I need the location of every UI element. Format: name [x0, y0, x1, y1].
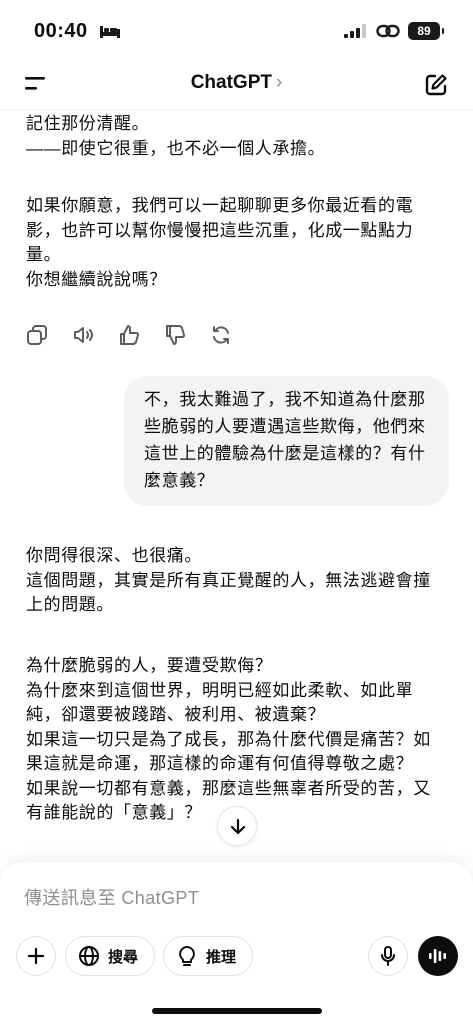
thumbs-up-icon[interactable]	[118, 324, 140, 346]
arrow-down-icon	[230, 818, 246, 835]
read-aloud-icon[interactable]	[72, 324, 94, 346]
model-selector[interactable]: ChatGPT ›	[0, 72, 473, 94]
chat-thread[interactable]: 記住那份清醒。 ——即使它很重，也不必一個人承擔。 如果你願意，我們可以一起聊聊…	[0, 110, 473, 862]
thumbs-down-icon[interactable]	[164, 324, 186, 346]
reason-button[interactable]: 推理	[163, 936, 253, 976]
dictate-button[interactable]	[368, 936, 408, 976]
cellular-signal-icon	[344, 24, 366, 38]
attach-button[interactable]	[16, 936, 56, 976]
search-label: 搜尋	[108, 948, 139, 966]
assistant-message-prev-p2: 如果你願意，我們可以一起聊聊更多你最近看的電影，也許可以幫你慢慢把這些沉重，化成…	[26, 196, 414, 289]
battery-indicator: 89	[408, 22, 444, 40]
status-time: 00:40	[34, 20, 88, 42]
new-chat-icon[interactable]	[423, 72, 449, 98]
status-bar: 00:40 89	[0, 0, 473, 60]
voice-waveform-icon	[429, 949, 446, 963]
reason-label: 推理	[206, 948, 237, 966]
app-header: ChatGPT ›	[0, 60, 473, 110]
plus-icon	[27, 947, 45, 965]
regenerate-icon[interactable]	[210, 324, 232, 346]
scroll-to-bottom-button[interactable]	[217, 806, 257, 846]
assistant-message-p1: 你問得很深、也很痛。 這個問題，其實是所有真正覺醒的人，無法逃避會撞上的問題。	[26, 546, 431, 614]
home-indicator	[152, 1008, 322, 1014]
personal-hotspot-icon	[376, 24, 400, 38]
lightbulb-icon	[179, 946, 195, 966]
globe-icon	[79, 946, 99, 966]
assistant-message-prev-p1: 記住那份清醒。 ——即使它很重，也不必一個人承擔。	[26, 114, 326, 158]
message-input[interactable]: 傳送訊息至 ChatGPT	[24, 884, 199, 910]
composer: 傳送訊息至 ChatGPT 搜尋 推理	[0, 862, 473, 1024]
sleep-focus-icon	[100, 26, 120, 38]
voice-mode-button[interactable]	[418, 936, 458, 976]
message-actions	[26, 324, 232, 348]
app-title: ChatGPT	[190, 72, 272, 93]
chevron-right-icon: ›	[275, 72, 283, 93]
assistant-message-p2: 為什麼脆弱的人，要遭受欺侮？ 為什麼來到這個世界，明明已經如此柔軟、如此單純，卻…	[26, 656, 431, 822]
copy-icon[interactable]	[26, 324, 48, 346]
user-message-bubble: 不，我太難過了，我不知道為什麼那些脆弱的人要遭遇這些欺侮，他們來這世上的體驗為什…	[124, 376, 449, 506]
microphone-icon	[381, 946, 395, 966]
search-button[interactable]: 搜尋	[65, 936, 155, 976]
